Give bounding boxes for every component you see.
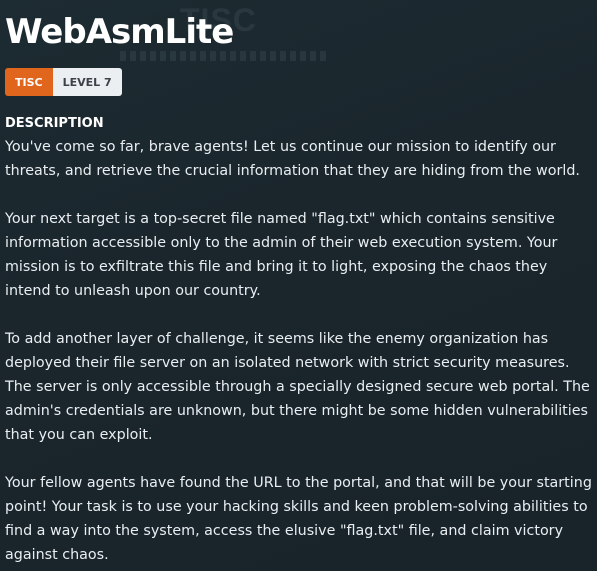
challenge-title: WebAsmLite [5,12,234,52]
level-tag: LEVEL 7 [52,68,122,96]
description-paragraph: To add another layer of challenge, it se… [5,331,590,443]
description-body: You've come so far, brave agents! Let us… [5,135,593,571]
description-paragraph: You've come so far, brave agents! Let us… [5,139,580,179]
description-paragraph: Your fellow agents have found the URL to… [5,475,592,563]
challenge-tags: TISC LEVEL 7 [5,68,122,96]
description-heading: DESCRIPTION [5,116,104,131]
event-tag: TISC [5,68,53,96]
description-paragraph: Your next target is a top-secret file na… [5,211,558,299]
